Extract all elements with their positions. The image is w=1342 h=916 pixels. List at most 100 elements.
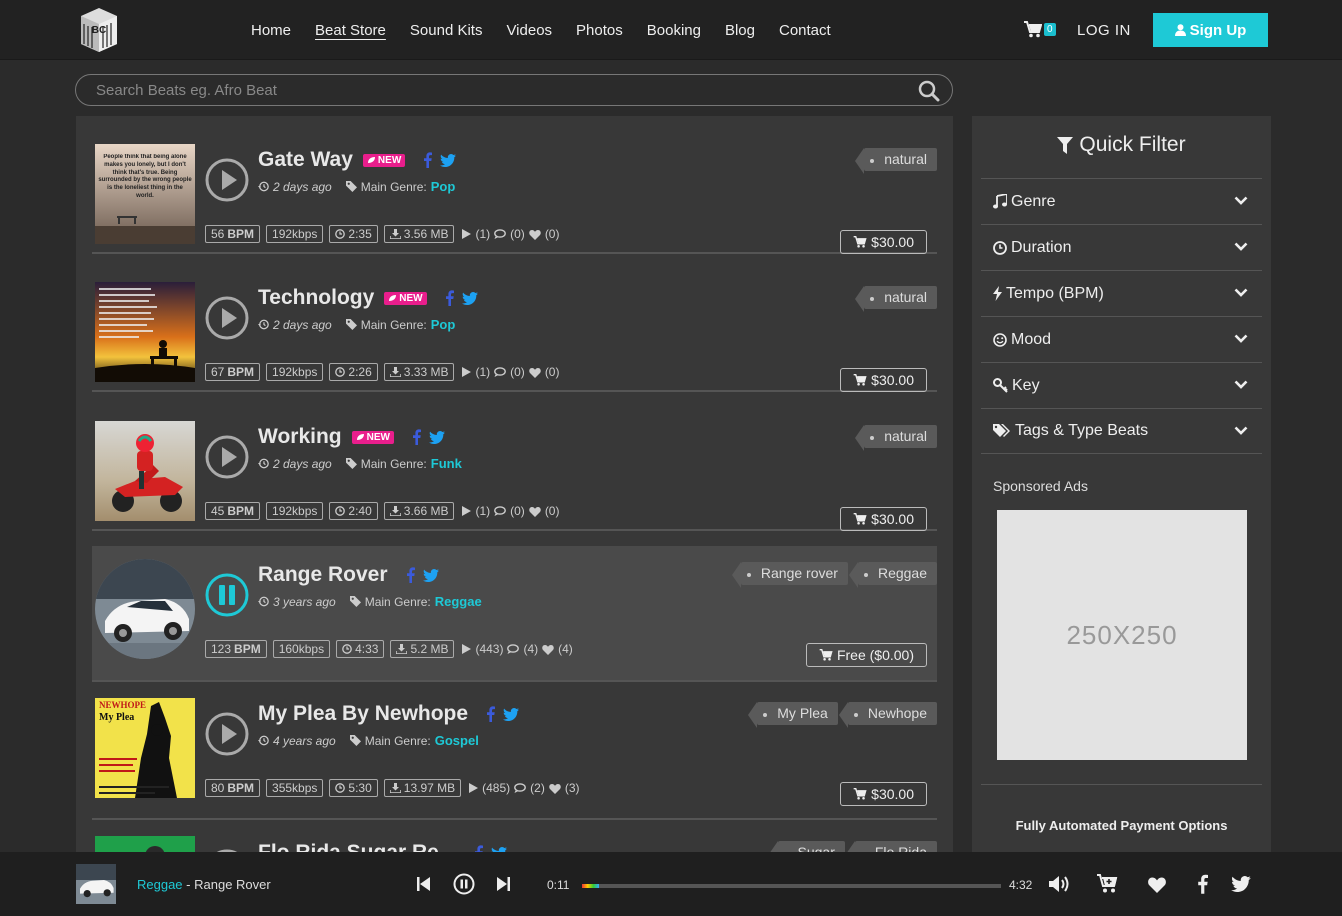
facebook-icon[interactable] [474,845,484,852]
nav-home[interactable]: Home [251,22,291,39]
nav-booking[interactable]: Booking [647,22,701,39]
filter-mood[interactable]: Mood [981,316,1262,362]
play-button[interactable] [205,296,249,340]
beat-artwork[interactable]: NEWHOPE My Plea [95,698,195,798]
bpm-unit: BPM [234,642,261,656]
beat-artwork[interactable]: People think that being alone makes you … [95,144,195,244]
progress-bar[interactable] [582,884,1001,888]
next-track-icon[interactable] [497,877,510,891]
twitter-icon[interactable] [428,430,445,444]
filter-tempo[interactable]: Tempo (BPM) [981,270,1262,316]
payment-options-text: Fully Automated Payment Options [1015,818,1228,833]
genre-link[interactable]: Pop [431,317,456,332]
facebook-icon[interactable] [406,567,415,583]
nav-photos[interactable]: Photos [576,22,623,39]
cart-icon [853,513,867,525]
twitter-icon[interactable] [503,707,520,721]
beat-title[interactable]: Gate Way NEW [258,148,457,172]
comment-count: (0) [510,227,525,241]
download-size-badge[interactable]: 3.66 MB [383,502,455,520]
filter-duration[interactable]: Duration [981,224,1262,270]
genre-link[interactable]: Reggae [435,594,482,609]
beat-artwork[interactable] [95,559,195,659]
search-icon[interactable] [918,80,940,102]
ad-placeholder[interactable]: 250X250 [997,510,1247,760]
heart-icon[interactable] [549,783,561,794]
nav-blog[interactable]: Blog [725,22,755,39]
heart-icon[interactable] [529,506,541,517]
tag-chip[interactable]: My Plea [748,702,838,728]
price-value: $30.00 [871,511,914,527]
genre-link[interactable]: Pop [431,179,456,194]
beat-title[interactable]: Technology NEW [258,286,478,310]
twitter-icon[interactable] [461,291,478,305]
buy-button[interactable]: $30.00 [840,368,927,392]
heart-icon[interactable] [529,229,541,240]
facebook-icon[interactable] [423,152,433,168]
volume-icon[interactable] [1049,875,1071,893]
buy-button[interactable]: $30.00 [840,230,927,254]
now-playing-genre[interactable]: Reggae [137,877,183,892]
filter-label: Key [1012,376,1040,394]
previous-track-icon[interactable] [417,877,430,891]
twitter-share-icon[interactable] [1231,876,1251,892]
beat-artwork[interactable] [95,836,195,852]
tag-chip[interactable]: natural [855,148,937,174]
play-button[interactable] [205,435,249,479]
heart-icon[interactable] [1147,876,1167,893]
signup-button[interactable]: Sign Up [1153,13,1268,47]
nav-contact[interactable]: Contact [779,22,831,39]
buy-button[interactable]: Free ($0.00) [805,643,927,667]
twitter-icon[interactable] [422,568,439,582]
tag-chip[interactable]: natural [855,425,937,451]
download-size-badge[interactable]: 3.56 MB [383,225,455,243]
beat-title[interactable]: Range Rover [258,563,439,587]
nav-beat-store[interactable]: Beat Store [315,22,386,39]
add-to-cart-icon[interactable] [1097,874,1119,894]
tag-chip[interactable]: Newhope [838,702,937,728]
download-size-badge[interactable]: 5.2 MB [390,640,455,658]
beat-stats: 80 BPM 355kbps 5:30 13.97 MB (485) (2) (3… [205,779,580,797]
filter-genre[interactable]: Genre [981,178,1262,224]
beat-title[interactable]: Working NEW [258,425,445,449]
facebook-icon[interactable] [445,290,454,306]
tag-chip[interactable]: Range rover [731,562,848,588]
search-input[interactable] [96,80,896,100]
tag-chip[interactable]: Flo Rida [845,841,937,852]
beat-artwork[interactable] [95,421,195,521]
duration-badge: 4:33 [336,640,385,658]
login-link[interactable]: LOG IN [1077,22,1131,39]
beat-title[interactable]: My Plea By Newhope [258,702,520,726]
facebook-share-icon[interactable] [1197,874,1208,894]
download-icon [389,367,401,377]
beat-artwork[interactable] [95,282,195,382]
beat-stats: 67 BPM 192kbps 2:26 3.33 MB (1) (0) (0) [205,363,559,381]
genre-link[interactable]: Gospel [435,733,479,748]
download-size-badge[interactable]: 13.97 MB [383,779,462,797]
play-button[interactable] [205,712,249,756]
genre-link[interactable]: Funk [431,456,462,471]
filter-key[interactable]: Key [981,362,1262,408]
heart-icon[interactable] [529,367,541,378]
facebook-icon[interactable] [486,706,496,722]
nav-videos[interactable]: Videos [506,22,552,39]
cart-button[interactable]: 0 [1024,21,1056,38]
buy-button[interactable]: $30.00 [840,782,927,806]
heart-icon[interactable] [542,644,554,655]
site-logo[interactable]: BC [77,6,121,54]
twitter-icon[interactable] [440,153,457,167]
tag-chip[interactable]: natural [855,286,937,312]
facebook-icon[interactable] [412,429,421,445]
play-button[interactable] [205,158,249,202]
pause-button[interactable] [205,573,249,617]
download-size-badge[interactable]: 3.33 MB [383,363,455,381]
filter-tags[interactable]: Tags & Type Beats [981,408,1262,454]
duration-badge: 5:30 [329,779,378,797]
buy-button[interactable]: $30.00 [840,507,927,531]
beat-title[interactable]: Flo Rida Sugar Re... [258,841,508,852]
nav-sound-kits[interactable]: Sound Kits [410,22,483,39]
tag-chip[interactable]: Reggae [848,562,937,588]
beat-row: Technology NEW 2 days ago Main Genre: Po… [92,254,937,392]
pause-icon[interactable] [453,873,475,895]
tag-chip[interactable]: Sugar [768,841,845,852]
